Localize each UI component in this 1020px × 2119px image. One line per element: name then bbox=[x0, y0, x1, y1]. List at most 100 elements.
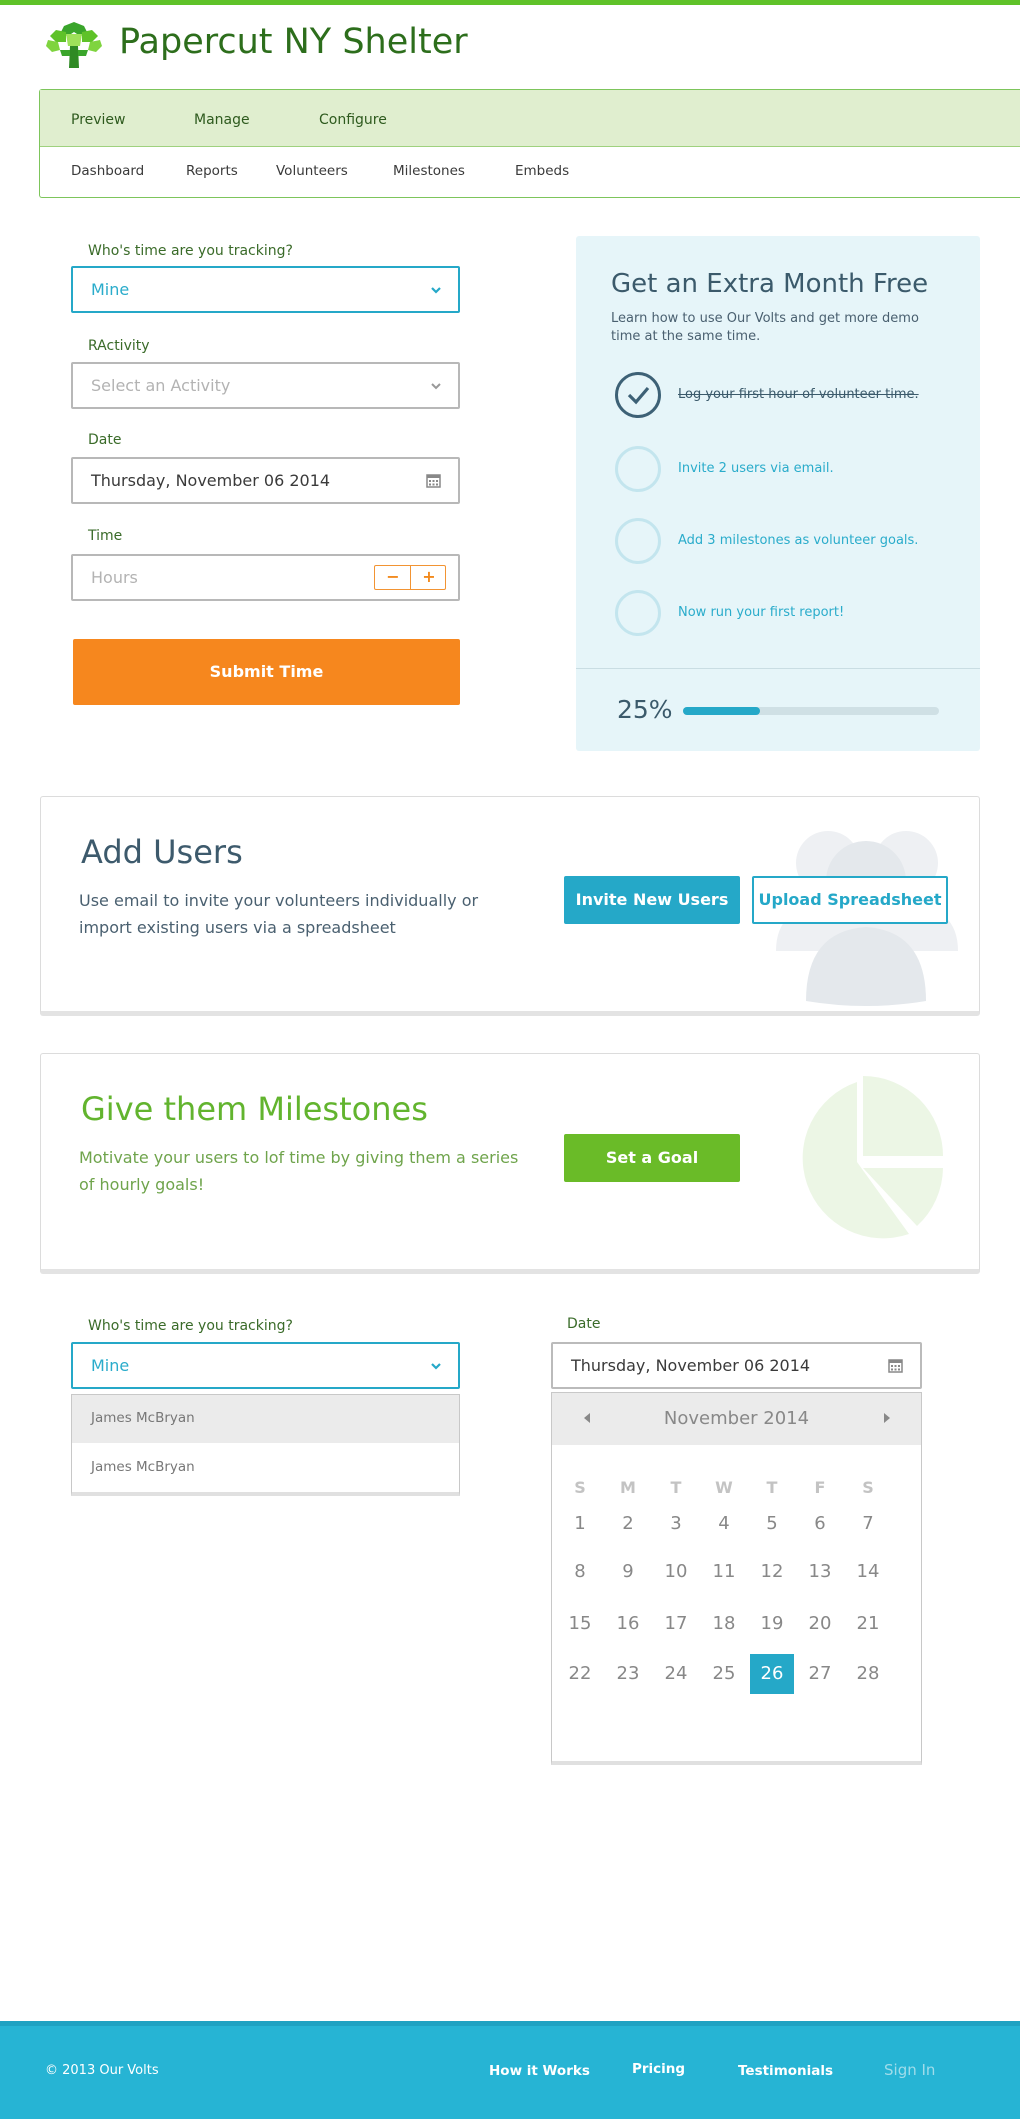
option-item[interactable]: James McBryan bbox=[72, 1395, 459, 1443]
nav-configure[interactable]: Configure bbox=[319, 112, 387, 128]
footer-sign-in[interactable]: Sign In bbox=[884, 2061, 935, 2079]
chevron-down-icon bbox=[431, 1363, 441, 1370]
calendar-day[interactable]: 23 bbox=[606, 1654, 650, 1694]
tracking-value: Mine bbox=[91, 280, 130, 299]
milestones-title: Give them Milestones bbox=[81, 1090, 428, 1128]
nav-embeds[interactable]: Embeds bbox=[515, 163, 569, 179]
calendar-header: November 2014 bbox=[552, 1393, 921, 1445]
copyright: © 2013 Our Volts bbox=[45, 2063, 159, 2078]
calendar-day[interactable]: 5 bbox=[750, 1504, 794, 1544]
calendar-day[interactable]: 8 bbox=[558, 1552, 602, 1592]
weekday-label: T bbox=[670, 1478, 682, 1497]
calendar-day[interactable]: 21 bbox=[846, 1604, 890, 1644]
hours-stepper: − + bbox=[374, 565, 446, 590]
tracking-select-open[interactable]: Mine bbox=[71, 1342, 460, 1389]
calendar-day[interactable]: 17 bbox=[654, 1604, 698, 1644]
footer: © 2013 Our Volts How it Works Pricing Te… bbox=[0, 2021, 1020, 2119]
calendar-day[interactable]: 7 bbox=[846, 1504, 890, 1544]
calendar-day[interactable]: 27 bbox=[798, 1654, 842, 1694]
calendar-day[interactable]: 12 bbox=[750, 1552, 794, 1592]
footer-pricing[interactable]: Pricing bbox=[632, 2061, 685, 2077]
calendar-day[interactable]: 22 bbox=[558, 1654, 602, 1694]
nav-volunteers[interactable]: Volunteers bbox=[276, 163, 348, 179]
calendar-day[interactable]: 28 bbox=[846, 1654, 890, 1694]
tracking-value-2: Mine bbox=[91, 1356, 130, 1375]
next-month-icon[interactable] bbox=[882, 1412, 892, 1424]
add-users-title: Add Users bbox=[81, 833, 243, 871]
activity-select[interactable]: Select an Activity bbox=[71, 362, 460, 409]
calendar-day[interactable]: 14 bbox=[846, 1552, 890, 1592]
progress-fill bbox=[683, 707, 760, 715]
decrement-button[interactable]: − bbox=[375, 566, 411, 589]
set-goal-button[interactable]: Set a Goal bbox=[564, 1134, 740, 1182]
submit-time-button[interactable]: Submit Time bbox=[73, 639, 460, 705]
milestones-card: Give them Milestones Motivate your users… bbox=[40, 1053, 980, 1274]
calendar-day[interactable]: 24 bbox=[654, 1654, 698, 1694]
nav-preview[interactable]: Preview bbox=[71, 112, 126, 128]
promo-description: Learn how to use Our Volts and get more … bbox=[611, 311, 919, 344]
hours-placeholder: Hours bbox=[91, 568, 138, 587]
calendar-day[interactable]: 10 bbox=[654, 1552, 698, 1592]
activity-label: RActivity bbox=[88, 338, 150, 354]
calendar-day[interactable]: 19 bbox=[750, 1604, 794, 1644]
chevron-down-icon bbox=[431, 287, 441, 294]
add-users-description: Use email to invite your volunteers indi… bbox=[79, 891, 479, 937]
extra-month-promo: Get an Extra Month Free Learn how to use… bbox=[576, 236, 980, 751]
option-item[interactable]: James McBryan bbox=[72, 1444, 459, 1492]
promo-divider bbox=[576, 668, 980, 669]
task-1: Log your first hour of volunteer time. bbox=[678, 387, 919, 402]
activity-placeholder: Select an Activity bbox=[91, 376, 231, 395]
weekday-label: M bbox=[620, 1478, 636, 1497]
time-label: Time bbox=[88, 528, 123, 544]
nav-milestones[interactable]: Milestones bbox=[393, 163, 465, 179]
date-value-2: Thursday, November 06 2014 bbox=[571, 1356, 811, 1375]
tracking-options-list: James McBryan James McBryan bbox=[71, 1394, 460, 1496]
calendar-day[interactable]: 25 bbox=[702, 1654, 746, 1694]
date-field[interactable]: Thursday, November 06 2014 bbox=[71, 457, 460, 504]
calendar-month: November 2014 bbox=[663, 1408, 810, 1429]
calendar-icon[interactable] bbox=[888, 1358, 903, 1373]
calendar-day[interactable]: 20 bbox=[798, 1604, 842, 1644]
date-field-2[interactable]: Thursday, November 06 2014 bbox=[551, 1342, 922, 1389]
tree-logo-icon bbox=[44, 20, 104, 72]
weekday-label: S bbox=[862, 1478, 874, 1497]
weekday-label: S bbox=[574, 1478, 586, 1497]
nav-dashboard[interactable]: Dashboard bbox=[71, 163, 144, 179]
calendar-day[interactable]: 15 bbox=[558, 1604, 602, 1644]
tracking-select[interactable]: Mine bbox=[71, 266, 460, 313]
calendar-day[interactable]: 4 bbox=[702, 1504, 746, 1544]
task-check-icon bbox=[615, 372, 661, 418]
calendar-day[interactable]: 16 bbox=[606, 1604, 650, 1644]
tracking-label-2: Who's time are you tracking? bbox=[88, 1318, 293, 1334]
invite-users-button[interactable]: Invite New Users bbox=[564, 876, 740, 924]
task-3[interactable]: Add 3 milestones as volunteer goals. bbox=[678, 533, 918, 548]
weekday-label: T bbox=[766, 1478, 778, 1497]
milestones-description: Motivate your users to lof time by givin… bbox=[79, 1148, 519, 1194]
footer-testimonials[interactable]: Testimonials bbox=[738, 2063, 833, 2079]
calendar-day[interactable]: 2 bbox=[606, 1504, 650, 1544]
calendar-day[interactable]: 11 bbox=[702, 1552, 746, 1592]
calendar-day-selected[interactable]: 26 bbox=[750, 1654, 794, 1694]
nav-reports[interactable]: Reports bbox=[186, 163, 238, 179]
calendar-day[interactable]: 3 bbox=[654, 1504, 698, 1544]
add-users-card: Add Users Use email to invite your volun… bbox=[40, 796, 980, 1016]
nav-manage[interactable]: Manage bbox=[194, 112, 250, 128]
task-2[interactable]: Invite 2 users via email. bbox=[678, 461, 834, 476]
calendar-icon[interactable] bbox=[426, 473, 441, 488]
increment-button[interactable]: + bbox=[411, 566, 447, 589]
chevron-down-icon bbox=[431, 383, 441, 390]
upload-spreadsheet-button[interactable]: Upload Spreadsheet bbox=[752, 876, 948, 924]
calendar-day[interactable]: 6 bbox=[798, 1504, 842, 1544]
progress-bar bbox=[683, 707, 939, 715]
footer-how-it-works[interactable]: How it Works bbox=[489, 2063, 590, 2079]
calendar-day[interactable]: 13 bbox=[798, 1552, 842, 1592]
calendar-day[interactable]: 18 bbox=[702, 1604, 746, 1644]
calendar-day[interactable]: 9 bbox=[606, 1552, 650, 1592]
task-empty-circle-icon bbox=[615, 518, 661, 564]
task-4[interactable]: Now run your first report! bbox=[678, 605, 844, 620]
task-empty-circle-icon bbox=[615, 590, 661, 636]
hours-input[interactable]: Hours − + bbox=[71, 554, 460, 601]
pie-chart-icon bbox=[802, 1076, 943, 1239]
date-label: Date bbox=[88, 432, 122, 448]
calendar-day[interactable]: 1 bbox=[558, 1504, 602, 1544]
